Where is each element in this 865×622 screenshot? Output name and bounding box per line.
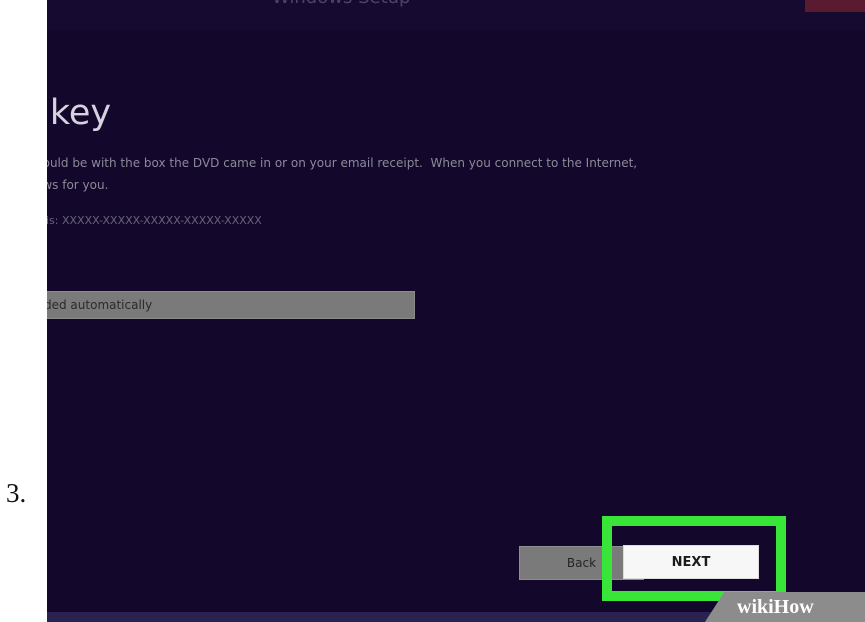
page: 3. Windows Setup t key hould be with the… xyxy=(0,0,865,622)
description-text: hould be with the box the DVD came in or… xyxy=(47,156,638,192)
watermark-text: wikiHow xyxy=(737,596,814,618)
product-key-input-text: ded automatically xyxy=(47,298,153,312)
next-button[interactable]: NEXT xyxy=(623,545,759,579)
close-button[interactable] xyxy=(805,0,865,12)
page-heading: t key xyxy=(47,93,112,133)
step-number: 3. xyxy=(6,478,27,508)
product-key-input[interactable]: ded automatically xyxy=(47,291,415,319)
title-bar: Windows Setup xyxy=(47,0,865,30)
key-format-hint: his: XXXXX-XXXXX-XXXXX-XXXXX-XXXXX xyxy=(47,214,262,227)
window-title: Windows Setup xyxy=(272,0,410,8)
